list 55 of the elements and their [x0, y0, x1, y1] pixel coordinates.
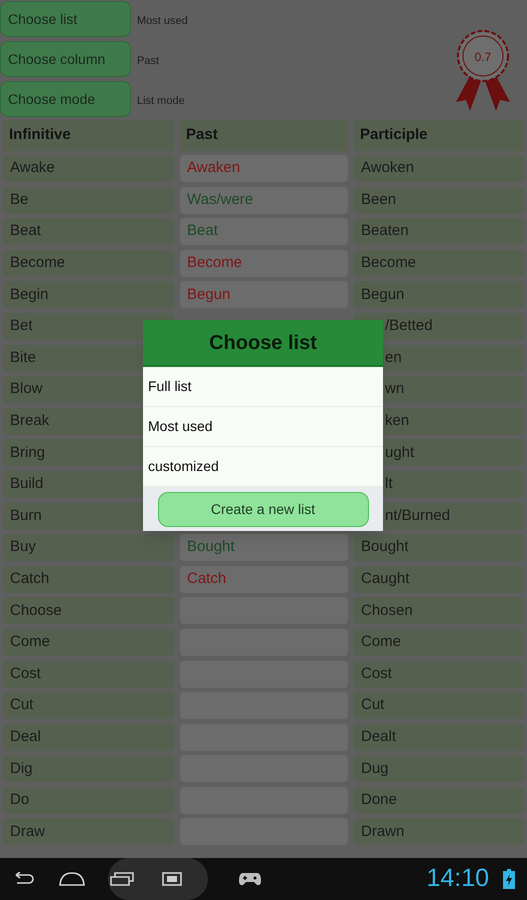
participle-cell: Cut: [354, 692, 524, 720]
participle-cell: Done: [354, 786, 524, 814]
participle-cell: Been: [354, 186, 524, 214]
column-header: Participle: [354, 120, 524, 151]
participle-cell: Chosen: [354, 597, 524, 624]
list-option[interactable]: customized: [143, 447, 383, 487]
infinitive-cell: Begin: [3, 281, 174, 308]
setting-value: List mode: [137, 94, 185, 109]
infinitive-cell: Dig: [3, 755, 174, 782]
infinitive-cell: Do: [3, 786, 174, 814]
participle-cell: Come: [354, 628, 524, 656]
past-cell: Awaken: [180, 155, 348, 182]
column-header: Infinitive: [3, 120, 174, 151]
past-cell: Become: [180, 250, 348, 277]
past-cell: Catch: [180, 566, 348, 593]
gamepad-icon[interactable]: [238, 871, 262, 887]
participle-cell: Begun: [354, 281, 524, 308]
home-icon[interactable]: [59, 872, 85, 886]
infinitive-cell: Beat: [3, 218, 174, 246]
participle-cell: Cost: [354, 660, 524, 688]
past-cell: Was/were: [180, 186, 348, 214]
create-list-button[interactable]: Create a new list: [158, 492, 368, 526]
list-option[interactable]: Most used: [143, 407, 383, 447]
past-cell: Bought: [180, 534, 348, 562]
setting-value: Most used: [137, 14, 188, 29]
past-cell: Begun: [180, 281, 348, 308]
score-value: 0.7: [474, 49, 492, 66]
infinitive-cell: Come: [3, 628, 174, 656]
infinitive-cell: Deal: [3, 724, 174, 751]
infinitive-cell: Buy: [3, 534, 174, 562]
infinitive-cell: Choose: [3, 597, 174, 624]
participle-cell: Drawn: [354, 818, 524, 846]
infinitive-cell: Catch: [3, 566, 174, 593]
participle-cell: Caught: [354, 566, 524, 593]
screenshot-icon[interactable]: [162, 872, 182, 886]
participle-cell: Dug: [354, 755, 524, 782]
participle-cell: Awoken: [354, 155, 524, 182]
participle-cell: Dealt: [354, 724, 524, 751]
infinitive-cell: Be: [3, 186, 174, 214]
infinitive-cell: Become: [3, 250, 174, 277]
dialog-title: Choose list: [143, 320, 383, 367]
infinitive-cell: Cost: [3, 660, 174, 688]
clock-time: 14:10: [426, 863, 489, 894]
column-header: Past: [180, 120, 348, 151]
past-cell: Beat: [180, 218, 348, 246]
participle-cell: Become: [354, 250, 524, 277]
setting-value: Past: [137, 54, 160, 69]
participle-cell: Bought: [354, 534, 524, 562]
list-option[interactable]: Full list: [143, 367, 383, 407]
infinitive-cell: Awake: [3, 155, 174, 182]
participle-cell: Beaten: [354, 218, 524, 246]
infinitive-cell: Draw: [3, 818, 174, 846]
infinitive-cell: Cut: [3, 692, 174, 720]
battery-icon: [503, 869, 515, 889]
recent-apps-icon[interactable]: [110, 872, 134, 886]
